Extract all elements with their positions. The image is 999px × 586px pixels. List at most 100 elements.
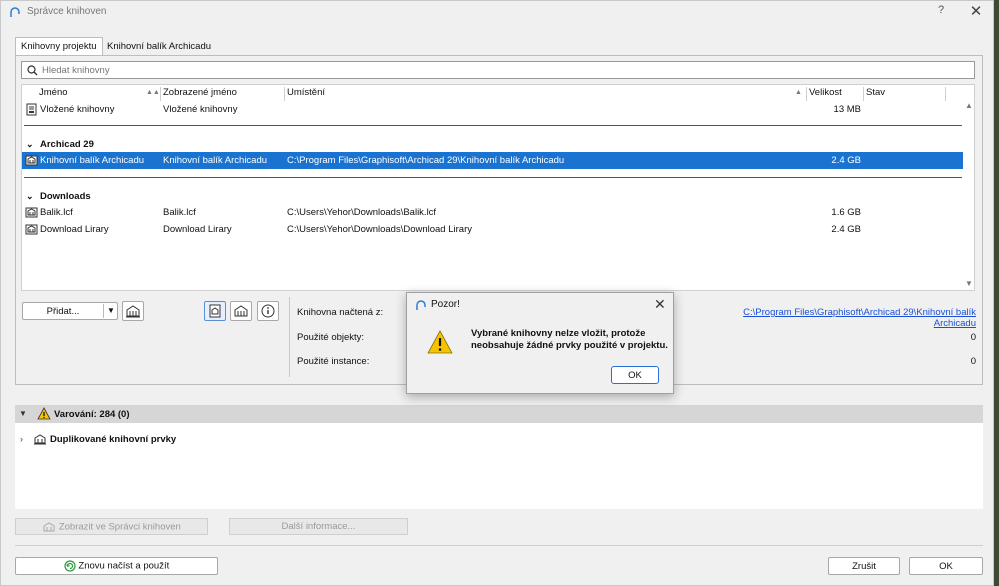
embedded-library-icon — [26, 103, 37, 116]
row-display-name: Knihovní balík Archicadu — [163, 155, 268, 166]
show-in-library-manager-label: Zobrazit ve Správci knihoven — [58, 521, 181, 533]
dialog-ok-button[interactable]: OK — [611, 366, 659, 384]
dialog-message: Vybrané knihovny nelze vložit, protože n… — [471, 328, 668, 351]
column-header-display[interactable]: Zobrazené jméno — [163, 87, 237, 101]
chevron-down-icon: ⌄ — [26, 191, 34, 201]
group-header-downloads[interactable]: ⌄ Downloads — [22, 188, 963, 205]
column-separator — [945, 87, 946, 101]
row-display-name: Vložené knihovny — [163, 104, 238, 115]
used-objects-value: 0 — [970, 332, 976, 343]
chevron-right-icon[interactable]: › — [20, 434, 23, 444]
scroll-down-icon[interactable]: ▼ — [965, 279, 973, 288]
group-divider — [24, 177, 962, 178]
close-window-button[interactable]: ✕ — [967, 2, 985, 20]
collapse-triangle-icon[interactable]: ▼ — [19, 409, 27, 418]
column-header-name[interactable]: Jméno — [39, 87, 68, 101]
add-button-label: Přidat... — [46, 306, 80, 317]
reload-apply-label: Znovu načíst a použít — [78, 560, 170, 572]
reload-icon — [64, 560, 76, 572]
row-display-name: Balik.lcf — [163, 207, 196, 218]
duplicate-items-label[interactable]: Duplikované knihovní prvky — [50, 434, 176, 445]
row-size: 2.4 GB — [831, 224, 861, 235]
embed-library-button[interactable] — [204, 301, 226, 321]
dialog-title-bar: Pozor! ✕ — [407, 293, 673, 315]
library-package-button[interactable] — [230, 301, 252, 321]
row-display-name: Download Lirary — [163, 224, 232, 235]
chevron-down-icon: ⌄ — [26, 139, 34, 149]
panel-separator — [289, 297, 290, 377]
window-title: Správce knihoven — [27, 6, 107, 17]
row-size: 2.4 GB — [831, 155, 861, 166]
row-location: C:\Program Files\Graphisoft\Archicad 29\… — [287, 155, 565, 166]
column-header-location[interactable]: Umístění — [287, 87, 325, 101]
search-box[interactable] — [21, 61, 975, 79]
help-button[interactable]: ? — [934, 4, 948, 16]
more-info-button[interactable]: Další informace... — [229, 518, 408, 535]
footer-divider — [15, 545, 983, 546]
loaded-from-link[interactable]: C:\Program Files\Graphisoft\Archicad 29\… — [700, 307, 976, 329]
search-icon — [27, 65, 38, 76]
library-icon — [25, 155, 38, 166]
embedded-library-icon — [209, 304, 221, 318]
cancel-button[interactable]: Zrušit — [828, 557, 900, 575]
library-building-icon — [234, 305, 248, 317]
row-size: 1.6 GB — [831, 207, 861, 218]
list-scrollbar[interactable]: ▲ ▼ — [963, 85, 975, 290]
warnings-count-label: Varování: 284 (0) — [54, 409, 130, 420]
desktop-background — [994, 0, 999, 586]
row-location: C:\Users\Yehor\Downloads\Download Lirary — [287, 224, 472, 235]
used-instances-value: 0 — [970, 356, 976, 367]
library-building-icon — [43, 522, 55, 532]
title-bar: Správce knihoven ? ✕ — [1, 1, 993, 23]
close-icon[interactable]: ✕ — [654, 296, 666, 313]
split-separator — [103, 304, 104, 318]
library-building-icon — [34, 434, 46, 445]
warning-dialog: Pozor! ✕ Vybrané knihovny nelze vložit, … — [406, 292, 674, 394]
sort-up-icon: ▲▲ — [146, 89, 160, 96]
ok-button[interactable]: OK — [909, 557, 983, 575]
table-row[interactable]: Vložené knihovny Vložené knihovny 13 MB — [22, 101, 963, 118]
tab-archicad-library-package[interactable]: Knihovní balík Archicadu — [102, 38, 216, 55]
tab-project-libraries[interactable]: Knihovny projektu — [15, 37, 103, 56]
column-header-status[interactable]: Stav — [866, 87, 885, 101]
group-label: Downloads — [40, 191, 91, 202]
info-button[interactable] — [257, 301, 279, 321]
library-building-icon — [126, 305, 140, 318]
row-size: 13 MB — [833, 104, 861, 115]
library-settings-button[interactable] — [122, 301, 144, 321]
search-input[interactable] — [42, 63, 962, 77]
row-name: Vložené knihovny — [40, 104, 115, 115]
table-row[interactable]: Download Lirary Download Lirary C:\Users… — [22, 221, 963, 238]
sort-up-icon: ▲ — [795, 89, 802, 96]
dialog-title: Pozor! — [431, 299, 460, 310]
scroll-up-icon[interactable]: ▲ — [965, 101, 973, 110]
row-name: Download Lirary — [40, 224, 109, 235]
loaded-from-label: Knihovna načtená z: — [297, 307, 384, 318]
library-manager-window: Správce knihoven ? ✕ Knihovny projektu K… — [0, 0, 994, 586]
row-location: C:\Users\Yehor\Downloads\Balik.lcf — [287, 207, 437, 218]
show-in-library-manager-button[interactable]: Zobrazit ve Správci knihoven — [15, 518, 208, 535]
table-row[interactable]: Knihovní balík Archicadu Knihovní balík … — [22, 152, 963, 169]
archicad-logo-icon — [10, 7, 20, 17]
archicad-logo-icon — [416, 300, 426, 310]
library-list: Jméno ▲▲ Zobrazené jméno Umístění ▲ Veli… — [21, 84, 975, 291]
group-label: Archicad 29 — [40, 139, 94, 150]
column-separator — [806, 87, 807, 101]
table-row[interactable]: Balik.lcf Balik.lcf C:\Users\Yehor\Downl… — [22, 204, 963, 221]
row-name: Balik.lcf — [40, 207, 73, 218]
info-icon — [261, 304, 275, 318]
library-icon — [25, 207, 38, 218]
add-library-dropdown[interactable]: Přidat... ▼ — [22, 302, 118, 320]
column-separator — [284, 87, 285, 101]
warnings-header[interactable]: ▼ Varování: 284 (0) — [15, 405, 983, 423]
used-instances-label: Použité instance: — [297, 356, 370, 367]
column-separator — [160, 87, 161, 101]
column-header-size[interactable]: Velikost — [809, 87, 842, 101]
group-divider — [24, 125, 962, 126]
used-objects-label: Použité objekty: — [297, 332, 365, 343]
reload-apply-button[interactable]: Znovu načíst a použít — [15, 557, 218, 575]
row-name: Knihovní balík Archicadu — [40, 155, 145, 166]
warning-icon — [37, 407, 51, 420]
chevron-down-icon[interactable]: ▼ — [107, 306, 115, 315]
group-header-archicad[interactable]: ⌄ Archicad 29 — [22, 136, 963, 153]
